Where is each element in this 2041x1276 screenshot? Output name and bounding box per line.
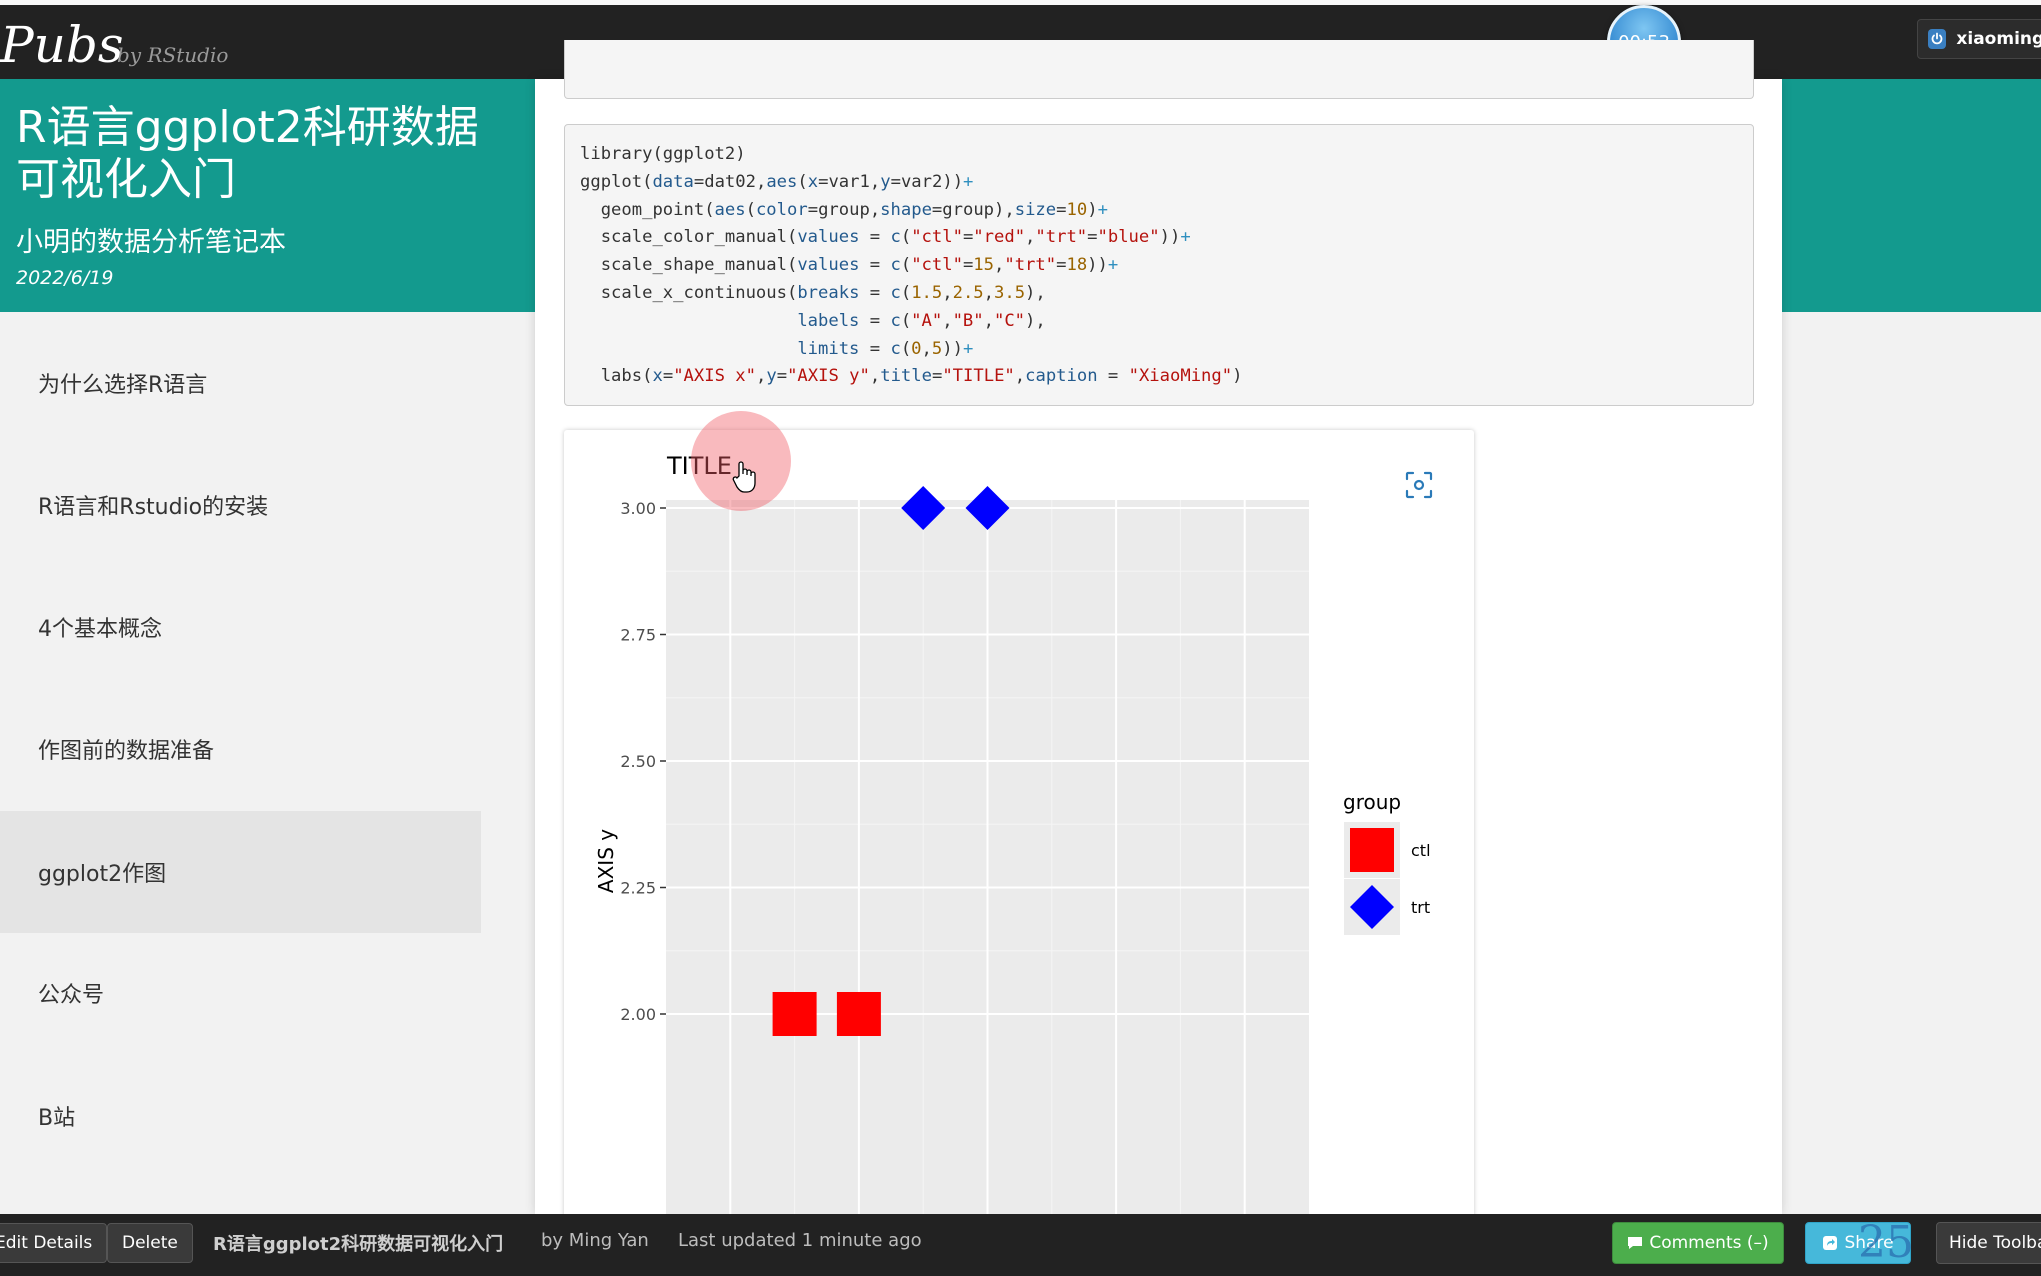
data-point-ctl [836,992,881,1036]
toolbar-author: by Ming Yan [541,1230,649,1251]
toc-item-label: 4个基本概念 [38,617,162,642]
edit-details-button[interactable]: Edit Details [0,1223,108,1263]
toc-item-label: R语言和Rstudio的安装 [38,495,269,520]
toc-item-label: 公众号 [38,983,105,1008]
legend-title: group [1343,790,1401,814]
share-icon [1822,1235,1838,1251]
legend-key-ctl [1350,828,1394,872]
document-date: 2022/6/19 [16,267,114,289]
brand-logo[interactable]: Pubs [0,15,124,75]
y-tick-label: 2.00 [620,1005,656,1024]
y-tick-label: 2.50 [620,752,656,771]
code-line: geom_point(aes(color=group,shape=group),… [600,199,1108,220]
code-line: scale_color_manual(values = c("ctl"="red… [600,227,1191,248]
code-line: scale_shape_manual(values = c("ctl"=15,"… [600,255,1119,276]
toc-item-concepts[interactable]: 4个基本概念 [0,566,481,688]
comment-icon [1627,1235,1643,1251]
plot-output: 2.00 2.25 2.50 2.75 3.00 TITLE AXIS y group ctl… [564,430,1474,1220]
document-subtitle: 小明的数据分析笔记本 [16,227,286,258]
title-band-right [1782,79,2041,312]
user-name: xiaoming2 [1956,29,2041,49]
focus-screenshot-icon[interactable] [1404,470,1434,500]
y-tick-label: 2.75 [620,626,656,645]
code-line: ggplot(data=dat02,aes(x=var1,y=var2))+ [580,171,974,192]
code-line: labs(x="AXIS x",y="AXIS y",title="TITLE"… [600,366,1243,387]
comments-label: Comments (–) [1649,1233,1769,1253]
legend: group ctl trt [1343,790,1431,935]
toc-item-bilibili[interactable]: B站 [0,1055,481,1177]
toc-item-wechat[interactable]: 公众号 [0,932,481,1054]
y-axis-label: AXIS y [594,829,618,893]
code-block[interactable]: library(ggplot2) ggplot(data=dat02,aes(x=… [564,124,1754,406]
toc-item-data-prep[interactable]: 作图前的数据准备 [0,688,481,810]
power-icon [1928,29,1947,49]
delete-button[interactable]: Delete [107,1223,193,1263]
hand-cursor-icon [732,461,756,493]
y-tick-label: 3.00 [620,499,656,518]
toc-item-label: 作图前的数据准备 [38,739,215,764]
toc-item-install[interactable]: R语言和Rstudio的安装 [0,444,481,566]
document-title: R语言ggplot2科研数据可视化入门 [16,102,479,205]
brand-subtitle: by RStudio [117,43,229,67]
code-line: scale_x_continuous(breaks = c(1.5,2.5,3.… [600,282,1046,303]
toc-item-label: ggplot2作图 [38,862,167,887]
user-menu-button[interactable]: xiaoming2 [1917,19,2041,59]
toolbar-updated: Last updated 1 minute ago [678,1230,922,1251]
data-point-ctl [772,992,817,1036]
code-line: library(ggplot2) [580,144,746,164]
y-tick-label: 2.25 [620,879,656,898]
previous-code-block [564,40,1754,99]
toc-item-label: 为什么选择R语言 [38,373,208,398]
comments-button[interactable]: Comments (–) [1612,1222,1784,1264]
code-line: limits = c(0,5))+ [797,338,974,359]
code-line: labels = c("A","B","C"), [797,310,1046,331]
legend-label-ctl: ctl [1411,841,1431,860]
toc-item-ggplot2[interactable]: ggplot2作图 [0,811,481,933]
toc-item-why-r[interactable]: 为什么选择R语言 [0,322,481,444]
overlay-watermark-number: 25 [1858,1217,1914,1268]
hide-toolbar-button[interactable]: Hide Toolbar [1936,1222,2041,1264]
toolbar-document-title: R语言ggplot2科研数据可视化入门 [213,1234,504,1255]
toc-item-label: B站 [38,1106,76,1131]
legend-label-trt: trt [1411,898,1430,917]
scatter-chart: 2.002.252.502.753.00 TITLEAXIS ygroupctl… [594,452,1431,1220]
